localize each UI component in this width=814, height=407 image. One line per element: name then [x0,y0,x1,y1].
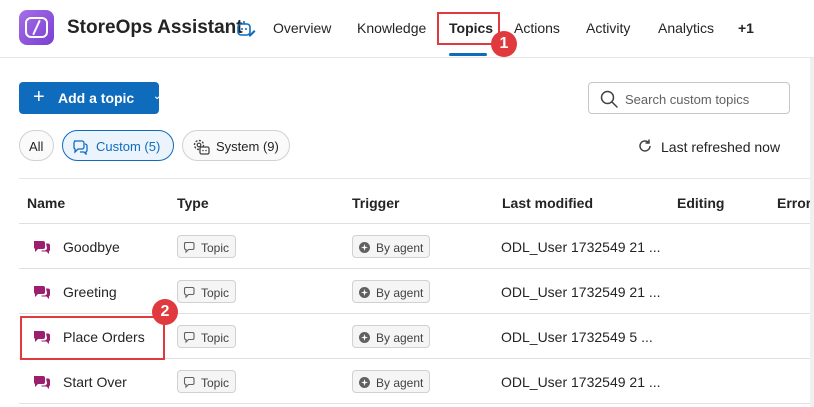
last-modified: ODL_User 1732549 21 ... [501,374,661,390]
refresh-icon [639,139,651,152]
filter-all-label: All [29,139,44,154]
topic-name[interactable]: Goodbye [63,239,120,255]
chat-bubble-outline-icon [183,286,195,299]
last-modified: ODL_User 1732549 5 ... [501,329,653,345]
topic-name[interactable]: Start Over [63,374,127,390]
sparkle-agent-icon [359,377,370,388]
filter-custom[interactable]: Custom (5) [62,130,174,161]
agent-title: StoreOps Assistant [67,17,243,38]
vertical-scrollbar[interactable] [810,58,814,407]
tab-analytics[interactable]: Analytics [658,20,714,36]
type-chip: Topic [177,235,236,258]
column-header-editing[interactable]: Editing [677,195,724,211]
plus-icon: + [33,86,45,108]
chat-bubble-outline-icon [183,376,195,389]
add-topic-label: Add a topic [58,90,135,106]
table-row[interactable]: Goodbye Topic By agent ODL_User 1732549 … [19,224,814,269]
type-chip: Topic [177,370,236,393]
trigger-chip-label: By agent [376,286,424,300]
tab-actions[interactable]: Actions [514,20,560,36]
callout-step-1: 1 [491,31,517,57]
trigger-chip-label: By agent [376,241,424,255]
type-chip-label: Topic [201,241,230,255]
sparkle-agent-icon [359,242,370,253]
tab-more-overflow[interactable]: +1 [738,20,754,36]
column-header-last-modified[interactable]: Last modified [502,195,593,211]
active-tab-indicator [449,53,487,56]
gear-cog-icon [193,139,210,155]
chat-bubble-outline-icon [183,241,195,254]
search-input[interactable] [625,89,785,109]
tab-knowledge[interactable]: Knowledge [357,20,426,36]
add-topic-button[interactable]: + Add a topic ⌄ [19,82,162,114]
top-header: StoreOps Assistant Overview Knowledge To… [0,0,814,58]
column-header-trigger[interactable]: Trigger [352,195,399,211]
sparkle-agent-icon [359,332,370,343]
last-modified: ODL_User 1732549 21 ... [501,239,661,255]
search-icon [600,90,618,108]
chevron-down-icon: ⌄ [153,91,162,102]
copilot-studio-logo-icon [19,10,54,45]
column-header-name[interactable]: Name [27,195,65,211]
tab-overview[interactable]: Overview [273,20,331,36]
topic-name[interactable]: Greeting [63,284,117,300]
type-chip: Topic [177,325,236,348]
trigger-chip: By agent [352,325,430,348]
chat-bubbles-icon [33,376,51,389]
trigger-chip: By agent [352,370,430,393]
agent-edit-icon[interactable] [236,19,256,39]
tab-activity[interactable]: Activity [586,20,630,36]
last-modified: ODL_User 1732549 21 ... [501,284,661,300]
filter-system-label: System (9) [216,139,279,154]
type-chip: Topic [177,280,236,303]
filter-all[interactable]: All [19,130,54,161]
search-custom-topics-box[interactable] [588,82,790,114]
trigger-chip-label: By agent [376,376,424,390]
table-row[interactable]: Start Over Topic By agent ODL_User 17325… [19,359,814,404]
chat-bubbles-icon [33,286,51,299]
table-row[interactable]: Greeting Topic By agent ODL_User 1732549… [19,269,814,314]
callout-step-2: 2 [152,299,178,325]
topics-table: Name Type Trigger Last modified Editing … [19,178,814,407]
filter-custom-label: Custom (5) [96,139,161,154]
callout-highlight-place-orders [20,316,165,360]
type-chip-label: Topic [201,286,230,300]
trigger-chip: By agent [352,235,430,258]
chat-bubbles-outline-icon [73,140,88,155]
refresh-label: Last refreshed now [661,139,781,155]
type-chip-label: Topic [201,331,230,345]
trigger-chip: By agent [352,280,430,303]
column-header-errors[interactable]: Errors [777,195,814,211]
type-chip-label: Topic [201,376,230,390]
sparkle-agent-icon [359,287,370,298]
chat-bubbles-icon [33,241,51,254]
chat-bubble-outline-icon [183,331,195,344]
trigger-chip-label: By agent [376,331,424,345]
filter-system[interactable]: System (9) [182,130,290,161]
column-header-type[interactable]: Type [177,195,209,211]
